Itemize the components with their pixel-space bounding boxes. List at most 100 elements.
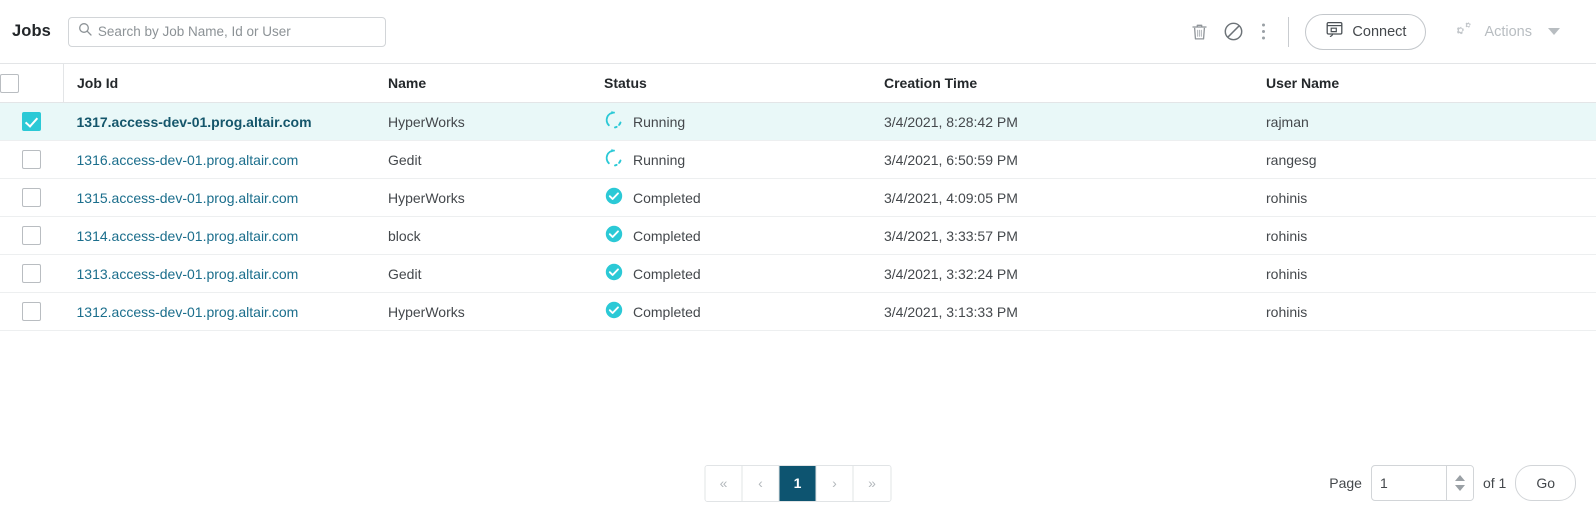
pagination-first[interactable]: « xyxy=(705,465,743,501)
cell-name: HyperWorks xyxy=(375,292,591,331)
jobid-link[interactable]: 1314.access-dev-01.prog.altair.com xyxy=(77,228,299,244)
cell-jobid: 1317.access-dev-01.prog.altair.com xyxy=(63,102,375,141)
row-checkbox[interactable] xyxy=(22,226,42,245)
toolbar-icon-group: Connect Actions xyxy=(1182,13,1574,50)
column-header-jobid[interactable]: Job Id xyxy=(63,63,375,103)
connect-button[interactable]: Connect xyxy=(1305,13,1427,50)
actions-dropdown[interactable]: Actions xyxy=(1440,14,1574,50)
jobid-link[interactable]: 1312.access-dev-01.prog.altair.com xyxy=(77,304,299,320)
jobid-link[interactable]: 1316.access-dev-01.prog.altair.com xyxy=(77,152,299,168)
search-box[interactable] xyxy=(67,16,386,47)
cell-user-name: rohinis xyxy=(1253,292,1596,331)
table-row[interactable]: 1312.access-dev-01.prog.altair.com HyperW… xyxy=(0,292,1596,331)
chevron-down-icon xyxy=(1548,28,1560,35)
cell-creation-time: 3/4/2021, 3:13:33 PM xyxy=(871,292,1253,331)
row-checkbox[interactable] xyxy=(22,150,42,169)
cell-user-name: rajman xyxy=(1253,102,1596,141)
search-icon xyxy=(78,22,92,41)
column-header-creation-time[interactable]: Creation Time xyxy=(871,63,1253,103)
row-select-cell xyxy=(0,140,64,179)
row-checkbox[interactable] xyxy=(22,302,42,321)
check-circle-icon xyxy=(604,300,624,323)
row-select-cell xyxy=(0,254,64,293)
cell-jobid: 1315.access-dev-01.prog.altair.com xyxy=(63,178,375,217)
cell-creation-time: 3/4/2021, 3:32:24 PM xyxy=(871,254,1253,293)
cell-name: HyperWorks xyxy=(375,178,591,217)
row-select-cell xyxy=(0,216,64,255)
more-options-icon[interactable] xyxy=(1250,15,1276,49)
status-label: Completed xyxy=(633,227,701,244)
pagination-next[interactable]: › xyxy=(816,465,854,501)
stepper-increment-icon[interactable] xyxy=(1454,475,1465,481)
search-input[interactable] xyxy=(97,24,376,39)
page-jump-group: Page of 1 Go xyxy=(1329,465,1576,501)
page-total-label: of 1 xyxy=(1482,475,1507,491)
table-row[interactable]: 1315.access-dev-01.prog.altair.com HyperW… xyxy=(0,178,1596,217)
gears-icon xyxy=(1454,20,1475,43)
table-header-row: Job Id Name Status Creation Time User Na… xyxy=(0,63,1596,103)
cell-jobid: 1312.access-dev-01.prog.altair.com xyxy=(63,292,375,331)
cell-user-name: rohinis xyxy=(1253,254,1596,293)
column-header-user-name[interactable]: User Name xyxy=(1253,63,1596,103)
stepper-decrement-icon[interactable] xyxy=(1454,485,1465,491)
table-row[interactable]: 1317.access-dev-01.prog.altair.com HyperW… xyxy=(0,102,1596,141)
status-label: Completed xyxy=(633,189,701,206)
cell-name: HyperWorks xyxy=(375,102,591,141)
cell-status: Running xyxy=(591,140,871,179)
cell-status: Completed xyxy=(591,254,871,293)
pagination-controls: « ‹ 1 › » xyxy=(704,464,892,502)
status-label: Completed xyxy=(633,303,701,320)
connect-button-label: Connect xyxy=(1352,23,1407,40)
check-circle-icon xyxy=(604,262,624,285)
pagination-last[interactable]: » xyxy=(853,465,891,501)
cell-creation-time: 3/4/2021, 3:33:57 PM xyxy=(871,216,1253,255)
page-number-stepper[interactable] xyxy=(1370,465,1474,501)
page-number-input[interactable] xyxy=(1371,466,1446,500)
status-label: Completed xyxy=(633,265,701,282)
cell-status: Running xyxy=(591,102,871,141)
pagination-prev[interactable]: ‹ xyxy=(742,465,780,501)
cell-user-name: rohinis xyxy=(1253,216,1596,255)
row-select-cell xyxy=(0,178,64,217)
select-all-checkbox[interactable] xyxy=(0,73,19,93)
table-row[interactable]: 1313.access-dev-01.prog.altair.com Gedit C… xyxy=(0,254,1596,293)
row-checkbox[interactable] xyxy=(22,264,42,283)
cell-creation-time: 3/4/2021, 8:28:42 PM xyxy=(871,102,1253,141)
status-label: Running xyxy=(633,113,686,130)
actions-dropdown-label: Actions xyxy=(1484,23,1532,40)
column-header-status[interactable]: Status xyxy=(591,63,871,103)
select-all-cell xyxy=(0,63,64,103)
cell-name: Gedit xyxy=(375,254,591,293)
cell-user-name: rohinis xyxy=(1253,178,1596,217)
table-row[interactable]: 1314.access-dev-01.prog.altair.com block C… xyxy=(0,216,1596,255)
cell-jobid: 1314.access-dev-01.prog.altair.com xyxy=(63,216,375,255)
toolbar-divider xyxy=(1288,16,1290,47)
stepper-buttons xyxy=(1445,466,1473,500)
row-checkbox[interactable] xyxy=(22,188,42,207)
jobid-link[interactable]: 1315.access-dev-01.prog.altair.com xyxy=(77,190,299,206)
status-label: Running xyxy=(633,151,686,168)
check-circle-icon xyxy=(604,224,624,247)
jobid-link[interactable]: 1317.access-dev-01.prog.altair.com xyxy=(77,114,312,130)
pagination-page-1[interactable]: 1 xyxy=(779,465,817,501)
delete-icon[interactable] xyxy=(1182,15,1216,49)
cell-jobid: 1316.access-dev-01.prog.altair.com xyxy=(63,140,375,179)
column-header-name[interactable]: Name xyxy=(375,63,591,103)
table-row[interactable]: 1316.access-dev-01.prog.altair.com Gedit R… xyxy=(0,140,1596,179)
cancel-icon[interactable] xyxy=(1216,15,1250,49)
cell-status: Completed xyxy=(591,216,871,255)
go-button[interactable]: Go xyxy=(1515,465,1576,501)
pagination-bar: « ‹ 1 › » Page of 1 Go xyxy=(0,455,1596,511)
row-checkbox[interactable] xyxy=(22,112,42,131)
spinner-icon xyxy=(604,148,624,171)
cell-name: block xyxy=(375,216,591,255)
remote-desktop-icon xyxy=(1325,21,1344,43)
row-select-cell xyxy=(0,292,64,331)
row-select-cell xyxy=(0,102,64,141)
spinner-icon xyxy=(604,110,624,133)
table-body: 1317.access-dev-01.prog.altair.com HyperW… xyxy=(0,102,1596,331)
cell-status: Completed xyxy=(591,292,871,331)
cell-name: Gedit xyxy=(375,140,591,179)
cell-creation-time: 3/4/2021, 6:50:59 PM xyxy=(871,140,1253,179)
jobid-link[interactable]: 1313.access-dev-01.prog.altair.com xyxy=(77,266,299,282)
